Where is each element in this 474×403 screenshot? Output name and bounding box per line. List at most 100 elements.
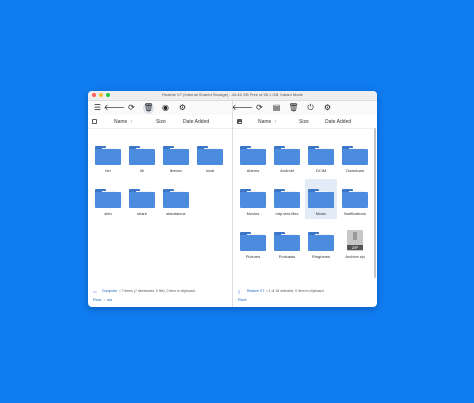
refresh-icon[interactable]: ⟳	[254, 103, 265, 114]
date-added-column[interactable]: Date Added	[183, 119, 209, 125]
folder-icon	[308, 146, 334, 165]
folder-icon	[342, 189, 368, 208]
folder-item[interactable]: Podcasts	[271, 222, 303, 262]
item-label: Archive.zip	[345, 254, 365, 259]
zip-badge: ZIP	[347, 245, 363, 250]
device-column-header: Name ↑ Size Date Added	[233, 115, 377, 129]
folder-icon	[197, 146, 223, 165]
trash-icon[interactable]: 🗑	[143, 102, 154, 114]
window-title: Realme X7 (Internal Shared Storage) - 44…	[162, 92, 303, 97]
folder-item[interactable]: Alarms	[237, 136, 269, 176]
name-column[interactable]: Name	[114, 119, 127, 125]
item-label: standalone	[166, 211, 186, 216]
folder-icon	[240, 189, 266, 208]
folder-icon	[129, 189, 155, 208]
folder-item[interactable]: sbin	[92, 179, 124, 219]
local-column-header: Name ↑ Size Date Added	[88, 115, 232, 129]
github-icon[interactable]: ◉	[160, 103, 171, 114]
folder-icon	[240, 146, 266, 165]
zip-icon: ZIP	[347, 230, 363, 251]
app-window: Realme X7 (Internal Shared Storage) - 44…	[88, 91, 377, 307]
computer-icon: ▭	[93, 289, 97, 294]
folder-item[interactable]: Movies	[237, 179, 269, 219]
item-label: sbin	[104, 211, 112, 216]
folder-item[interactable]: lib	[126, 136, 158, 176]
status-text: • 7 items (7 directories, 0 file), 0 ite…	[119, 289, 195, 293]
folder-icon	[274, 189, 300, 208]
item-label: lib	[139, 168, 144, 173]
folder-item[interactable]: Notifications	[339, 179, 371, 219]
date-added-column[interactable]: Date Added	[325, 119, 351, 125]
folder-item[interactable]: Music	[305, 179, 337, 219]
item-label: mtp-test-files	[275, 211, 299, 216]
breadcrumb: Root	[238, 297, 246, 302]
phone-icon: ▯	[238, 289, 241, 294]
local-pane: ☰ 🡐 ⟳ 🗑 ◉ ⚙ Name ↑ Size Date Added bin li…	[88, 101, 233, 307]
status-text: • 1 of 16 selected, 0 item in clipboard	[266, 289, 324, 293]
folder-icon	[308, 189, 334, 208]
item-label: Alarms	[246, 168, 260, 173]
item-label: Pictures	[245, 254, 261, 259]
device-toolbar: 🡐 ⟳ ▤ 🗑 ⏻ ⚙	[233, 101, 377, 115]
sort-icon[interactable]: ↑	[130, 119, 133, 125]
folder-icon	[308, 232, 334, 251]
refresh-icon[interactable]: ⟳	[126, 103, 137, 114]
folder-item[interactable]: libexec	[160, 136, 192, 176]
settings-icon[interactable]: ⚙	[177, 103, 188, 114]
scrollbar[interactable]	[374, 128, 376, 278]
title-bar: Realme X7 (Internal Shared Storage) - 44…	[88, 91, 377, 101]
sort-icon[interactable]: ↑	[274, 119, 277, 125]
folder-icon	[95, 146, 121, 165]
back-icon[interactable]: 🡐	[104, 103, 125, 114]
item-label: Notifications	[344, 211, 366, 216]
item-label: Movies	[246, 211, 260, 216]
folder-icon	[95, 189, 121, 208]
menu-icon[interactable]: ☰	[92, 103, 103, 114]
device-status-bar: ▯ Realme X7 • 1 of 16 selected, 0 item i…	[233, 287, 377, 295]
breadcrumb-current[interactable]: usr	[107, 297, 113, 302]
folder-item[interactable]: mtp-test-files	[271, 179, 303, 219]
breadcrumb: Root › usr	[93, 297, 112, 302]
folder-icon	[129, 146, 155, 165]
item-label: share	[136, 211, 147, 216]
folder-icon	[163, 189, 189, 208]
breadcrumb-root[interactable]: Root	[93, 297, 101, 302]
name-column[interactable]: Name	[258, 119, 271, 125]
back-icon[interactable]: 🡐	[233, 103, 253, 114]
status-source: Realme X7	[247, 289, 265, 293]
item-label: bin	[105, 168, 111, 173]
breadcrumb-separator: ›	[103, 297, 105, 302]
folder-item[interactable]: local	[194, 136, 226, 176]
item-label: DCIM	[315, 168, 327, 173]
local-status-bar: ▭ Computer • 7 items (7 directories, 0 f…	[88, 287, 232, 295]
settings-icon[interactable]: ⚙	[322, 103, 333, 114]
folder-icon	[274, 232, 300, 251]
item-label: Download	[346, 168, 364, 173]
plug-icon[interactable]: ⏻	[305, 103, 316, 114]
select-all-checkbox[interactable]	[237, 119, 242, 124]
item-label: Podcasts	[278, 254, 296, 259]
item-label: Android	[280, 168, 294, 173]
folder-icon	[342, 146, 368, 165]
folder-item[interactable]: bin	[92, 136, 124, 176]
folder-icon	[240, 232, 266, 251]
folder-item[interactable]: standalone	[160, 179, 192, 219]
select-all-checkbox[interactable]	[92, 119, 97, 124]
device-pane: 🡐 ⟳ ▤ 🗑 ⏻ ⚙ Name ↑ Size Date Added Alarm…	[233, 101, 377, 307]
size-column[interactable]: Size	[156, 119, 166, 125]
size-column[interactable]: Size	[299, 119, 309, 125]
folder-icon	[163, 146, 189, 165]
folder-item[interactable]: Download	[339, 136, 371, 176]
folder-item[interactable]: Android	[271, 136, 303, 176]
item-label: Ringtones	[311, 254, 330, 259]
item-label: local	[205, 168, 215, 173]
folder-item[interactable]: share	[126, 179, 158, 219]
folder-item[interactable]: DCIM	[305, 136, 337, 176]
folder-item[interactable]: Pictures	[237, 222, 269, 262]
item-label: libexec	[169, 168, 183, 173]
folder-item[interactable]: Ringtones	[305, 222, 337, 262]
zip-file-item[interactable]: ZIP Archive.zip	[339, 222, 371, 262]
trash-icon[interactable]: 🗑	[288, 103, 299, 114]
breadcrumb-root[interactable]: Root	[238, 297, 246, 302]
storage-icon[interactable]: ▤	[271, 103, 282, 114]
